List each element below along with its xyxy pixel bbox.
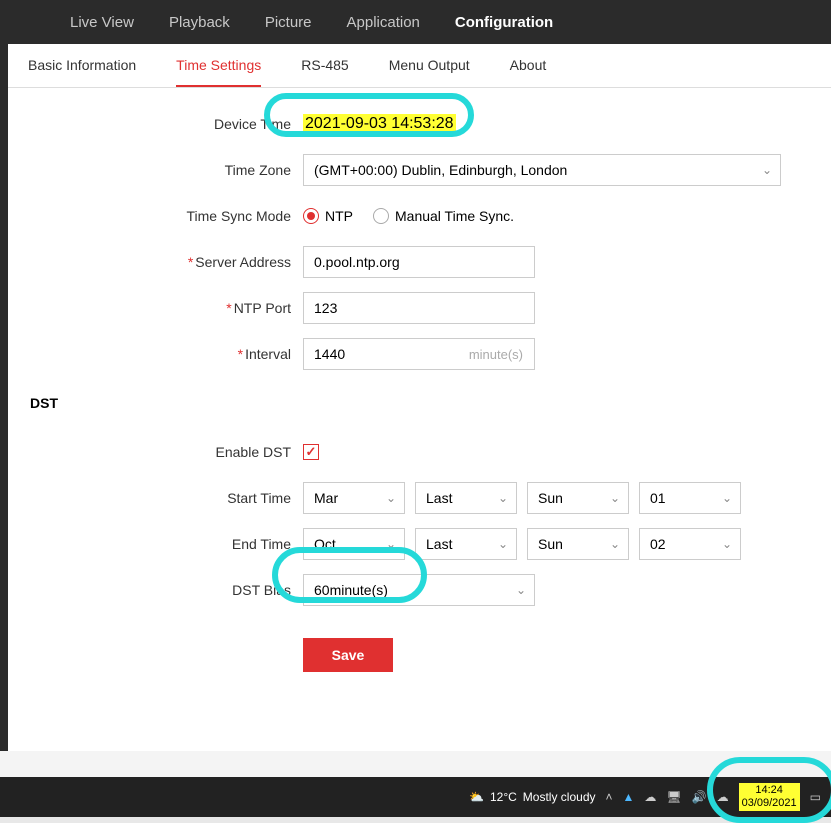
tray-expand-icon[interactable]: ˄: [606, 790, 613, 804]
time-settings-form: Device Time 2021-09-03 14:53:28 Time Zon…: [8, 88, 831, 672]
nav-playback[interactable]: Playback: [169, 14, 230, 31]
cloud-icon[interactable]: ☁: [644, 790, 656, 804]
dst-bias-label: DST Bias: [28, 582, 303, 598]
end-month-select[interactable]: Oct⌄: [303, 528, 405, 560]
tab-basic-information[interactable]: Basic Information: [28, 44, 136, 87]
volume-icon[interactable]: 🔊: [692, 790, 707, 804]
taskbar-time: 14:24: [742, 784, 797, 797]
server-address-label: *Server Address: [28, 254, 303, 270]
onedrive-icon[interactable]: ▲: [623, 790, 635, 804]
nav-picture[interactable]: Picture: [265, 14, 312, 31]
sub-tabs: Basic Information Time Settings RS-485 M…: [8, 44, 831, 88]
dst-section-title: DST: [28, 395, 811, 411]
interval-input[interactable]: [303, 338, 535, 370]
server-address-input[interactable]: [303, 246, 535, 278]
time-zone-select[interactable]: (GMT+00:00) Dublin, Edinburgh, London ⌄: [303, 154, 781, 186]
taskbar-strip: [0, 751, 831, 777]
weather-temp: 12°C: [490, 790, 517, 804]
top-navigation: Live View Playback Picture Application C…: [0, 0, 831, 44]
end-week-select[interactable]: Last⌄: [415, 528, 517, 560]
chevron-down-icon: ⌄: [498, 491, 508, 505]
chevron-down-icon: ⌄: [610, 491, 620, 505]
device-time-label: Device Time: [28, 116, 303, 132]
dst-bias-select[interactable]: 60minute(s)⌄: [303, 574, 535, 606]
nav-configuration[interactable]: Configuration: [455, 14, 553, 31]
time-zone-label: Time Zone: [28, 162, 303, 178]
tab-time-settings[interactable]: Time Settings: [176, 44, 261, 87]
notifications-icon[interactable]: ▭: [810, 790, 821, 804]
radio-dot-icon: [373, 208, 389, 224]
chevron-down-icon: ⌄: [386, 491, 396, 505]
sync-icon[interactable]: ☁: [717, 790, 729, 804]
radio-dot-icon: [303, 208, 319, 224]
enable-dst-label: Enable DST: [28, 444, 303, 460]
network-icon[interactable]: 🖥: [666, 790, 681, 804]
config-page: Basic Information Time Settings RS-485 M…: [8, 44, 831, 751]
chevron-down-icon: ⌄: [516, 583, 526, 597]
weather-desc: Mostly cloudy: [523, 790, 596, 804]
nav-live-view[interactable]: Live View: [70, 14, 134, 31]
start-day-select[interactable]: Sun⌄: [527, 482, 629, 514]
chevron-down-icon: ⌄: [386, 537, 396, 551]
chevron-down-icon: ⌄: [610, 537, 620, 551]
interval-label: *Interval: [28, 346, 303, 362]
ntp-port-label: *NTP Port: [28, 300, 303, 316]
end-hour-select[interactable]: 02⌄: [639, 528, 741, 560]
save-button[interactable]: Save: [303, 638, 393, 672]
ntp-port-input[interactable]: [303, 292, 535, 324]
chevron-down-icon: ⌄: [762, 163, 772, 177]
os-taskbar: ⛅ 12°C Mostly cloudy ˄ ▲ ☁ 🖥 🔊 ☁ 14:24 0…: [0, 777, 831, 817]
taskbar-date: 03/09/2021: [742, 797, 797, 810]
radio-ntp[interactable]: NTP: [303, 208, 353, 224]
time-zone-value: (GMT+00:00) Dublin, Edinburgh, London: [314, 162, 567, 178]
tab-about[interactable]: About: [510, 44, 547, 87]
end-time-label: End Time: [28, 536, 303, 552]
weather-cloud-icon: ⛅: [469, 790, 484, 804]
end-day-select[interactable]: Sun⌄: [527, 528, 629, 560]
radio-ntp-label: NTP: [325, 208, 353, 224]
taskbar-clock[interactable]: 14:24 03/09/2021: [739, 783, 800, 811]
chevron-down-icon: ⌄: [722, 537, 732, 551]
radio-manual[interactable]: Manual Time Sync.: [373, 208, 514, 224]
enable-dst-checkbox[interactable]: [303, 444, 319, 460]
device-time-value: 2021-09-03 14:53:28: [303, 114, 456, 134]
tab-rs485[interactable]: RS-485: [301, 44, 348, 87]
system-tray: ˄ ▲ ☁ 🖥 🔊 ☁: [606, 790, 729, 804]
chevron-down-icon: ⌄: [722, 491, 732, 505]
radio-manual-label: Manual Time Sync.: [395, 208, 514, 224]
taskbar-weather[interactable]: ⛅ 12°C Mostly cloudy: [469, 790, 595, 804]
start-time-label: Start Time: [28, 490, 303, 506]
sync-mode-label: Time Sync Mode: [28, 208, 303, 224]
left-strip: [0, 44, 8, 751]
start-week-select[interactable]: Last⌄: [415, 482, 517, 514]
start-month-select[interactable]: Mar⌄: [303, 482, 405, 514]
chevron-down-icon: ⌄: [498, 537, 508, 551]
nav-application[interactable]: Application: [347, 14, 420, 31]
start-hour-select[interactable]: 01⌄: [639, 482, 741, 514]
tab-menu-output[interactable]: Menu Output: [389, 44, 470, 87]
